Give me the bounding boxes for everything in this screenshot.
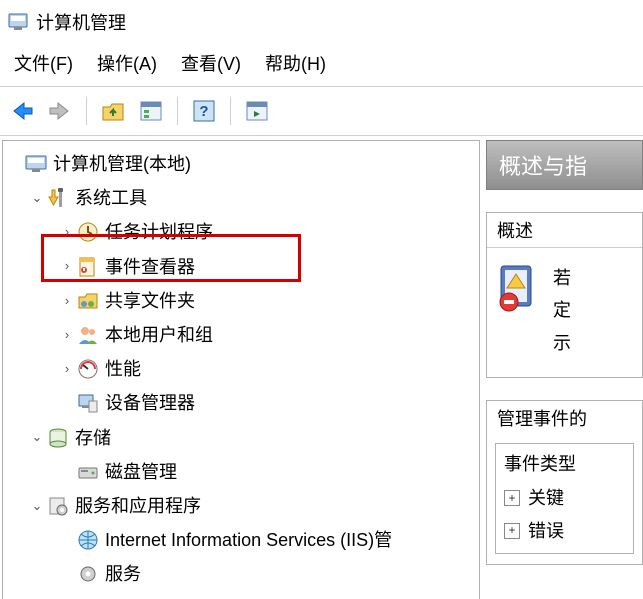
tools-icon <box>47 187 69 209</box>
overview-text: 若 定 示 <box>553 262 571 359</box>
tree-device-manager[interactable]: › 设备管理器 <box>3 386 479 420</box>
tree-label: 事件查看器 <box>105 250 195 284</box>
device-icon <box>77 392 99 414</box>
tree-label: 系统工具 <box>75 181 147 215</box>
panel-header: 概述与指 <box>486 140 643 190</box>
manage-events-card: 管理事件的 事件类型 + 关键 + 错误 <box>486 400 643 565</box>
tree-label: 任务计划程序 <box>105 215 213 249</box>
gear-icon <box>77 563 99 585</box>
expand-icon[interactable]: + <box>504 523 520 539</box>
expander-icon[interactable]: › <box>59 357 75 382</box>
manage-events-title: 管理事件的 <box>487 401 642 435</box>
tree-local-users[interactable]: › 本地用户和组 <box>3 318 479 352</box>
show-pane-button[interactable] <box>243 97 271 125</box>
clock-icon <box>77 221 99 243</box>
panel-header-text: 概述与指 <box>499 154 587 179</box>
tree-label: 设备管理器 <box>105 386 195 420</box>
tree-services-apps[interactable]: ⌄ 服务和应用程序 <box>3 489 479 523</box>
shared-folder-icon <box>77 290 99 312</box>
tree-storage[interactable]: ⌄ 存储 <box>3 421 479 455</box>
event-types-box: 事件类型 + 关键 + 错误 <box>495 443 634 554</box>
event-book-icon <box>495 262 543 314</box>
menu-action[interactable]: 操作(A) <box>97 50 157 76</box>
tree-task-scheduler[interactable]: › 任务计划程序 <box>3 215 479 249</box>
nav-tree: ▶ 计算机管理(本地) ⌄ 系统工具 › 任务计划程序 › 事件查看器 <box>3 141 479 591</box>
tree-panel: ▶ 计算机管理(本地) ⌄ 系统工具 › 任务计划程序 › 事件查看器 <box>2 140 480 599</box>
tree-label: 存储 <box>75 421 111 455</box>
event-types-title: 事件类型 <box>504 450 625 476</box>
tree-label: 性能 <box>105 352 141 386</box>
tree-label: 服务和应用程序 <box>75 489 201 523</box>
expander-icon[interactable]: › <box>59 254 75 279</box>
app-icon <box>8 12 28 32</box>
event-type-critical[interactable]: + 关键 <box>504 482 625 514</box>
services-apps-icon <box>47 495 69 517</box>
properties-button[interactable] <box>137 97 165 125</box>
storage-icon <box>47 427 69 449</box>
window-title: 计算机管理 <box>36 9 126 35</box>
tree-shared-folders[interactable]: › 共享文件夹 <box>3 284 479 318</box>
expander-icon[interactable]: ⌄ <box>29 186 45 211</box>
event-type-label: 错误 <box>528 515 564 547</box>
tree-label: 本地用户和组 <box>105 318 213 352</box>
event-log-icon <box>77 256 99 278</box>
tree-label: 计算机管理(本地) <box>53 147 191 181</box>
expander-icon[interactable]: › <box>59 323 75 348</box>
tree-root[interactable]: ▶ 计算机管理(本地) <box>3 147 479 181</box>
menu-view[interactable]: 查看(V) <box>181 50 241 76</box>
menu-help[interactable]: 帮助(H) <box>265 50 326 76</box>
disk-icon <box>77 461 99 483</box>
iis-icon <box>77 529 99 551</box>
right-panel: 概述与指 概述 若 定 示 管理事件的 事件类型 + 关键 <box>486 140 643 599</box>
toolbar-separator <box>230 97 231 125</box>
help-button[interactable]: ? <box>190 97 218 125</box>
tree-label: 共享文件夹 <box>105 284 195 318</box>
forward-button[interactable] <box>46 97 74 125</box>
title-bar: 计算机管理 <box>0 0 643 44</box>
event-type-label: 关键 <box>528 482 564 514</box>
tree-label: 服务 <box>105 557 141 591</box>
tree-system-tools[interactable]: ⌄ 系统工具 <box>3 181 479 215</box>
event-type-error[interactable]: + 错误 <box>504 515 625 547</box>
tree-services[interactable]: › 服务 <box>3 557 479 591</box>
tree-label: Internet Information Services (IIS)管 <box>105 523 392 557</box>
menu-bar: 文件(F) 操作(A) 查看(V) 帮助(H) <box>0 44 643 87</box>
toolbar-separator <box>177 97 178 125</box>
overview-title: 概述 <box>487 213 642 248</box>
expander-icon[interactable]: ⌄ <box>29 494 45 519</box>
tree-event-viewer[interactable]: › 事件查看器 <box>3 250 479 284</box>
performance-icon <box>77 358 99 380</box>
expand-icon[interactable]: + <box>504 490 520 506</box>
body-area: ▶ 计算机管理(本地) ⌄ 系统工具 › 任务计划程序 › 事件查看器 <box>0 136 643 599</box>
svg-text:?: ? <box>199 103 208 120</box>
tree-disk-management[interactable]: › 磁盘管理 <box>3 455 479 489</box>
toolbar-separator <box>86 97 87 125</box>
computer-icon <box>25 153 47 175</box>
users-icon <box>77 324 99 346</box>
tree-label: 磁盘管理 <box>105 455 177 489</box>
expander-icon[interactable]: › <box>59 220 75 245</box>
menu-file[interactable]: 文件(F) <box>14 50 73 76</box>
overview-card: 概述 若 定 示 <box>486 212 643 378</box>
up-folder-button[interactable] <box>99 97 127 125</box>
tree-iis[interactable]: › Internet Information Services (IIS)管 <box>3 523 479 557</box>
expander-icon[interactable]: › <box>59 289 75 314</box>
back-button[interactable] <box>8 97 36 125</box>
expander-icon[interactable]: ⌄ <box>29 425 45 450</box>
tree-performance[interactable]: › 性能 <box>3 352 479 386</box>
toolbar: ? <box>0 87 643 136</box>
